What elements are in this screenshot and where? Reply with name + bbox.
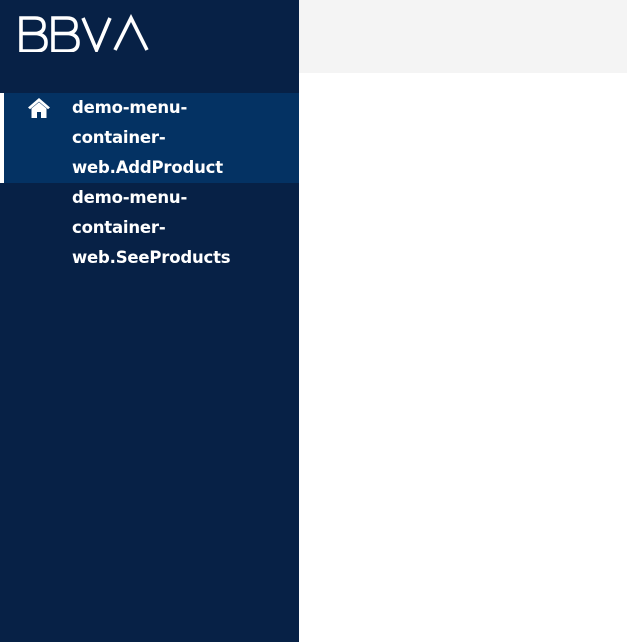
sidebar-item-see-products[interactable]: demo-menu-container-web.SeeProducts [0,183,299,273]
app-shell: demo-menu-container-web.AddProduct demo-… [0,0,627,642]
sidebar-item-label: demo-menu-container-web.AddProduct [72,98,223,177]
sidebar-item-label: demo-menu-container-web.SeeProducts [72,188,231,267]
top-bar [299,0,627,73]
sidebar: demo-menu-container-web.AddProduct demo-… [0,0,299,642]
sidebar-menu: demo-menu-container-web.AddProduct demo-… [0,93,299,273]
main-content [299,73,627,642]
home-icon [0,93,72,123]
bbva-logo[interactable] [19,14,153,52]
sidebar-item-add-product[interactable]: demo-menu-container-web.AddProduct [0,93,299,183]
menu-item-icon-placeholder [0,183,72,213]
